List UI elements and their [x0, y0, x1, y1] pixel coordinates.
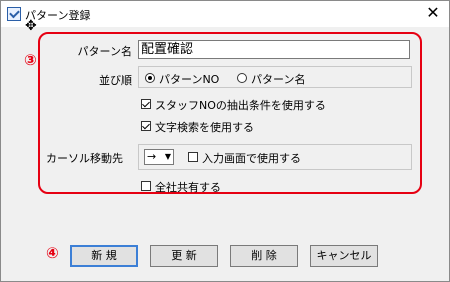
update-button[interactable]: 更 新 — [150, 245, 218, 267]
close-icon[interactable]: ✕ — [421, 2, 445, 24]
cursor-move-label: カーソル移動先 — [46, 152, 123, 165]
company-shared-label: 全社共有する — [155, 181, 221, 194]
cursor-move-value: → — [147, 150, 157, 163]
input-screen-label: 入力画面で使用する — [202, 152, 301, 165]
sort-option-pattern-no-label: パターンNO — [159, 73, 220, 86]
pattern-name-input[interactable]: 配置確認 — [138, 40, 410, 59]
sort-radio-pattern-no[interactable] — [145, 73, 155, 83]
sort-order-group: パターンNO パターン名 — [138, 66, 412, 88]
sort-radio-pattern-name[interactable] — [237, 73, 247, 83]
annotation-3: ③ — [24, 51, 37, 69]
title-bar: パターン登録 ✕ — [1, 1, 449, 27]
company-shared-checkbox[interactable] — [141, 181, 151, 191]
annotation-4: ④ — [46, 244, 59, 262]
new-button[interactable]: 新 規 — [70, 245, 138, 267]
staff-no-filter-label: スタッフNOの抽出条件を使用する — [155, 99, 326, 112]
cursor-move-select[interactable]: → ▼ — [144, 149, 174, 165]
text-search-label: 文字検索を使用する — [155, 121, 254, 134]
sort-order-label: 並び順 — [99, 74, 132, 87]
input-screen-checkbox[interactable] — [188, 152, 198, 162]
sort-option-pattern-name-label: パターン名 — [251, 73, 306, 86]
delete-button[interactable]: 削 除 — [230, 245, 298, 267]
staff-no-filter-checkbox[interactable] — [141, 99, 151, 109]
mouse-cursor-icon: ✥ — [25, 18, 37, 34]
chevron-down-icon: ▼ — [164, 152, 171, 161]
pattern-name-label: パターン名 — [77, 45, 132, 58]
cancel-button[interactable]: キャンセル — [310, 245, 378, 267]
text-search-checkbox[interactable] — [141, 121, 151, 131]
app-icon — [7, 7, 21, 21]
